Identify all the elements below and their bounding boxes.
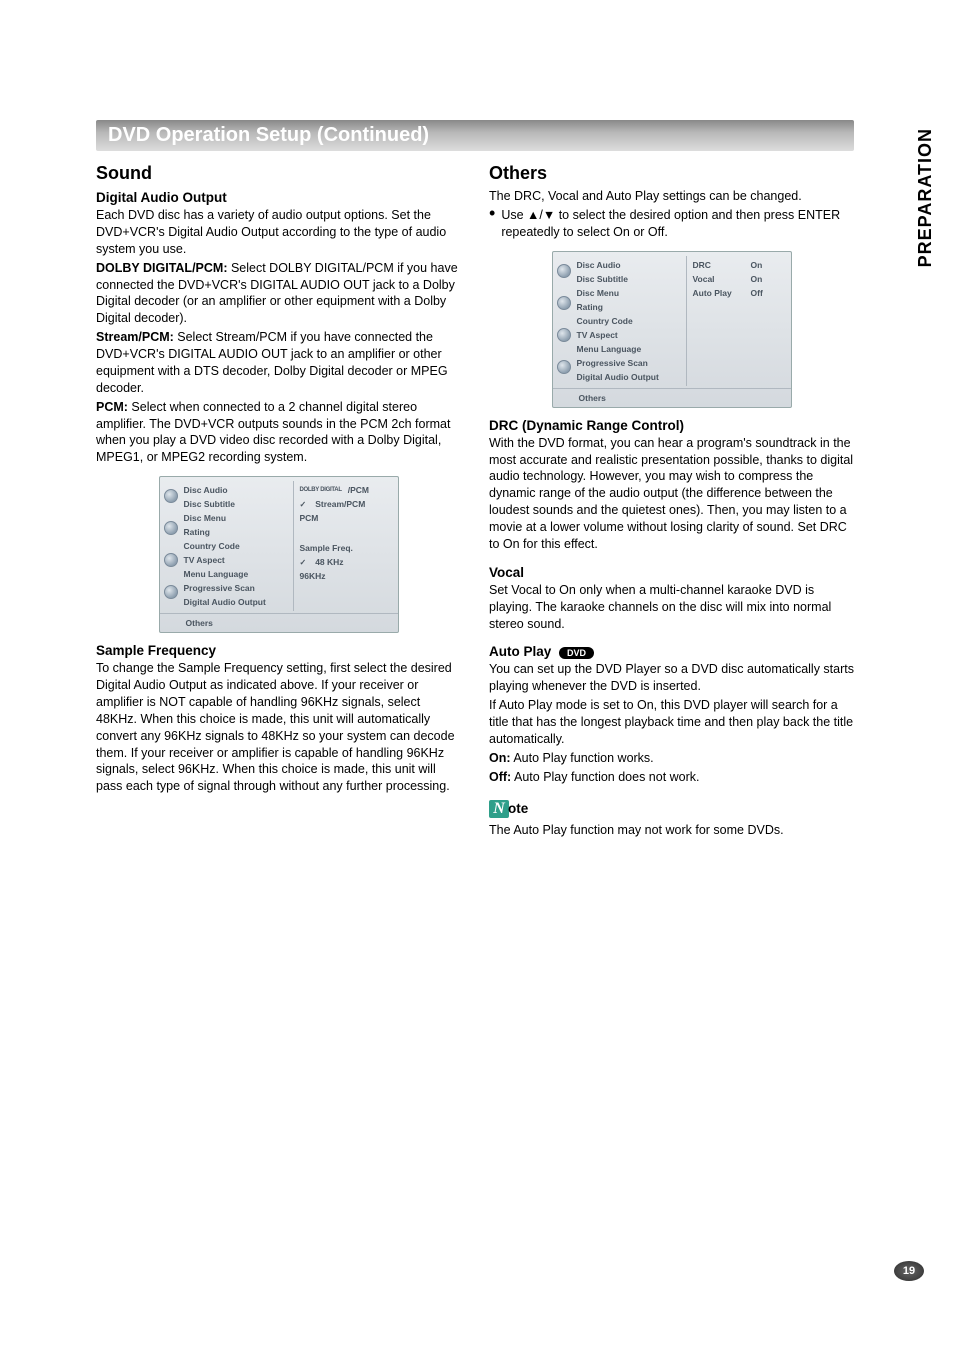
menu-item: Progressive Scan: [575, 356, 686, 370]
menu-item: Disc Subtitle: [182, 497, 293, 511]
menu-item: Digital Audio Output: [182, 595, 293, 609]
dolby-label: DOLBY DIGITAL/PCM:: [96, 261, 227, 275]
dolby-row: DOLBY DIGITAL/PCM: Select DOLBY DIGITAL/…: [96, 260, 461, 328]
right-column: Others The DRC, Vocal and Auto Play sett…: [489, 163, 854, 840]
dao-intro: Each DVD disc has a variety of audio out…: [96, 207, 461, 258]
menu-value: Stream/PCM: [315, 499, 365, 509]
note-text: The Auto Play function may not work for …: [489, 822, 854, 839]
tv-icon: [164, 553, 178, 567]
digital-audio-output-heading: Digital Audio Output: [96, 190, 461, 205]
pcm-row: PCM: Select when connected to a 2 channe…: [96, 399, 461, 467]
sample-frequency-text: To change the Sample Frequency setting, …: [96, 660, 461, 795]
lock-icon: [164, 521, 178, 535]
bullet-icon: •: [489, 207, 495, 241]
bullet-text: Use ▲/▼ to select the desired option and…: [501, 207, 854, 241]
tv-icon: [557, 328, 571, 342]
menu-icons: [553, 256, 575, 386]
menu-value: On: [751, 274, 763, 284]
left-column: Sound Digital Audio Output Each DVD disc…: [96, 163, 461, 840]
menu-item: Country Code: [182, 539, 293, 553]
menu-item: Rating: [182, 525, 293, 539]
dolby-digital-mini: DOLBY DIGITAL: [300, 487, 342, 493]
menu-item: Disc Menu: [182, 511, 293, 525]
menu-right-values: DOLBY DIGITAL/PCM Stream/PCM PCM Sample …: [294, 481, 398, 611]
page-number: 19: [894, 1261, 924, 1281]
note-icon: N: [489, 800, 509, 818]
menu-item: Disc Audio: [575, 258, 686, 272]
menu-footer: Others: [160, 613, 398, 632]
stream-label: Stream/PCM:: [96, 330, 174, 344]
menu-item: TV Aspect: [182, 553, 293, 567]
disc-icon: [557, 264, 571, 278]
menu-item: Country Code: [575, 314, 686, 328]
page-content: DVD Operation Setup (Continued) Sound Di…: [96, 120, 854, 840]
menu-screenshot-right: Disc Audio Disc Subtitle Disc Menu Ratin…: [552, 251, 792, 408]
menu-item: Disc Audio: [182, 483, 293, 497]
off-text: Auto Play function does not work.: [511, 770, 699, 784]
autoplay-off-row: Off: Auto Play function does not work.: [489, 769, 854, 786]
menu-value: PCM: [300, 513, 319, 523]
menu-item: Rating: [575, 300, 686, 314]
menu-value: /PCM: [348, 485, 369, 495]
menu-screenshot-left: Disc Audio Disc Subtitle Disc Menu Ratin…: [159, 476, 399, 633]
autoplay-on-row: On: Auto Play function works.: [489, 750, 854, 767]
menu-right-values: DRC On Vocal On Auto Play Off: [687, 256, 791, 386]
menu-item: TV Aspect: [575, 328, 686, 342]
on-text: Auto Play function works.: [511, 751, 654, 765]
sound-heading: Sound: [96, 163, 461, 184]
menu-item: Disc Subtitle: [575, 272, 686, 286]
menu-label: Vocal: [693, 274, 745, 284]
others-heading: Others: [489, 163, 854, 184]
menu-item: Progressive Scan: [182, 581, 293, 595]
stream-row: Stream/PCM: Select Stream/PCM if you hav…: [96, 329, 461, 397]
menu-label: DRC: [693, 260, 745, 270]
sample-frequency-heading: Sample Frequency: [96, 643, 461, 658]
side-tab: PREPARATION: [915, 128, 936, 267]
pcm-text: Select when connected to a 2 channel dig…: [96, 400, 450, 465]
vocal-text: Set Vocal to On only when a multi-channe…: [489, 582, 854, 633]
vocal-heading: Vocal: [489, 565, 854, 580]
off-label: Off:: [489, 770, 511, 784]
menu-value: 96KHz: [300, 571, 326, 581]
others-bullet: • Use ▲/▼ to select the desired option a…: [489, 207, 854, 241]
drc-text: With the DVD format, you can hear a prog…: [489, 435, 854, 553]
menu-value: 48 KHz: [315, 557, 343, 567]
menu-item: Menu Language: [182, 567, 293, 581]
autoplay-heading: Auto Play DVD: [489, 644, 854, 659]
page-title-bar: DVD Operation Setup (Continued): [96, 120, 854, 151]
sample-freq-header: Sample Freq.: [300, 543, 353, 553]
autoplay-p1: You can set up the DVD Player so a DVD d…: [489, 661, 854, 695]
on-label: On:: [489, 751, 511, 765]
menu-item: Menu Language: [575, 342, 686, 356]
autoplay-heading-text: Auto Play: [489, 644, 551, 659]
menu-left-list: Disc Audio Disc Subtitle Disc Menu Ratin…: [182, 481, 294, 611]
menu-value: On: [751, 260, 763, 270]
pcm-label: PCM:: [96, 400, 128, 414]
menu-icons: [160, 481, 182, 611]
note-heading: N ote: [489, 800, 854, 818]
others-intro: The DRC, Vocal and Auto Play settings ca…: [489, 188, 854, 205]
audio-icon: [557, 360, 571, 374]
menu-label: Auto Play: [693, 288, 745, 298]
note-word: ote: [508, 801, 528, 816]
audio-icon: [164, 585, 178, 599]
menu-item: Disc Menu: [575, 286, 686, 300]
dvd-badge: DVD: [559, 647, 594, 659]
menu-value: Off: [751, 288, 763, 298]
disc-icon: [164, 489, 178, 503]
lock-icon: [557, 296, 571, 310]
menu-item: Digital Audio Output: [575, 370, 686, 384]
menu-footer: Others: [553, 388, 791, 407]
menu-left-list: Disc Audio Disc Subtitle Disc Menu Ratin…: [575, 256, 687, 386]
drc-heading: DRC (Dynamic Range Control): [489, 418, 854, 433]
autoplay-p2: If Auto Play mode is set to On, this DVD…: [489, 697, 854, 748]
